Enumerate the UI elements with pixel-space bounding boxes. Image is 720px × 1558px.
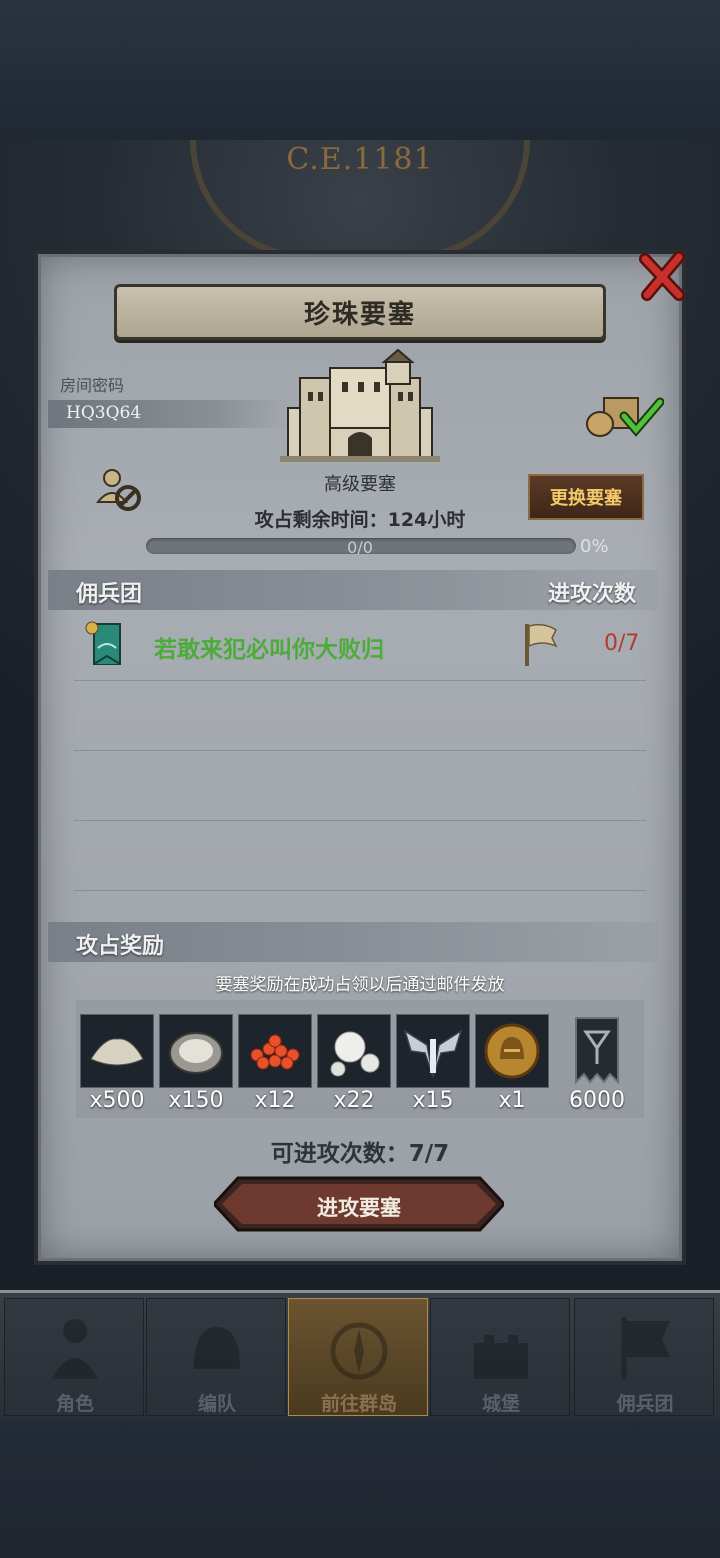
list-divider — [74, 750, 646, 751]
top-backdrop — [0, 0, 720, 140]
guild-banner-icon — [575, 1017, 619, 1085]
reward-item[interactable] — [159, 1014, 233, 1088]
mercenary-header: 佣兵团 — [76, 582, 143, 607]
reward-item[interactable] — [317, 1014, 391, 1088]
helmet-icon — [194, 1327, 240, 1369]
fortress-castle-icon — [280, 348, 440, 462]
reward-qty: x1 — [498, 1088, 526, 1113]
nav-item-formation[interactable]: 编队 — [146, 1298, 286, 1416]
guild-flag-icon — [85, 621, 121, 665]
list-divider — [74, 890, 646, 891]
nav-item-mercenary[interactable]: 佣兵团 — [574, 1298, 714, 1416]
nav-label: 佣兵团 — [616, 1393, 674, 1415]
close-button[interactable] — [636, 248, 688, 304]
reward-qty: x15 — [412, 1088, 454, 1113]
reward-qty: 6000 — [569, 1088, 625, 1113]
compass-icon — [330, 1322, 388, 1380]
attack-flag-icon[interactable] — [522, 622, 558, 668]
nav-item-character[interactable]: 角色 — [4, 1298, 144, 1416]
wing-emblem-icon — [403, 1029, 463, 1078]
room-code: HQ3Q64 — [66, 403, 142, 423]
nav-item-castle[interactable]: 城堡 — [430, 1298, 570, 1416]
room-code-label: 房间密码 — [60, 376, 125, 395]
pearl-icon — [330, 1031, 380, 1077]
helmet-coin-icon — [484, 1023, 540, 1079]
castle-icon — [474, 1335, 528, 1379]
attacks-header: 进攻次数 — [548, 582, 637, 607]
reward-qty: x12 — [254, 1088, 296, 1113]
guild-attack-count: 0/7 — [604, 631, 640, 656]
reward-qty: x22 — [333, 1088, 375, 1113]
reward-item[interactable] — [238, 1014, 312, 1088]
no-entry-icon[interactable] — [96, 466, 142, 512]
nav-label: 编队 — [197, 1393, 236, 1415]
reward-item[interactable] — [475, 1014, 549, 1088]
rewards-header: 攻占奖励 — [76, 934, 165, 959]
rewards-note: 要塞奖励在成功占领以后通过邮件发放 — [215, 975, 505, 995]
change-fortress-button[interactable]: 更换要塞 — [528, 474, 644, 520]
nav-label: 城堡 — [481, 1393, 520, 1415]
reward-qty: x500 — [89, 1088, 145, 1113]
banner-icon — [621, 1317, 670, 1379]
oyster-icon — [169, 1032, 223, 1074]
capture-progress-count: 0/0 — [347, 538, 373, 557]
dialog-title: 珍珠要塞 — [303, 299, 416, 330]
dialog-title-banner: 珍珠要塞 — [114, 284, 606, 340]
attack-fortress-button[interactable]: 进攻要塞 — [211, 1176, 507, 1232]
reward-qty: x150 — [168, 1088, 224, 1113]
reward-item[interactable] — [560, 1014, 634, 1088]
list-divider — [74, 820, 646, 821]
guild-name: 若敢来犯必叫你大败归 — [154, 637, 384, 663]
attack-button-label: 进攻要塞 — [317, 1196, 401, 1220]
era-label: C.E.1181 — [286, 142, 434, 177]
nav-item-islands[interactable]: 前往群岛 — [288, 1298, 428, 1416]
attacks-remaining: 可进攻次数：7/7 — [270, 1141, 450, 1167]
bottom-backdrop — [0, 1418, 720, 1558]
knight-icon — [52, 1319, 98, 1379]
change-fortress-label: 更换要塞 — [550, 488, 622, 509]
reward-item[interactable] — [396, 1014, 470, 1088]
list-divider — [74, 680, 646, 681]
loot-collected-icon — [586, 397, 664, 437]
nav-label: 前往群岛 — [320, 1393, 397, 1415]
reward-item[interactable] — [80, 1014, 154, 1088]
nav-label: 角色 — [55, 1393, 94, 1415]
close-icon — [639, 251, 685, 301]
capture-progress-percent: 0% — [580, 536, 609, 557]
flour-icon — [90, 1038, 144, 1066]
roe-icon — [250, 1034, 300, 1070]
